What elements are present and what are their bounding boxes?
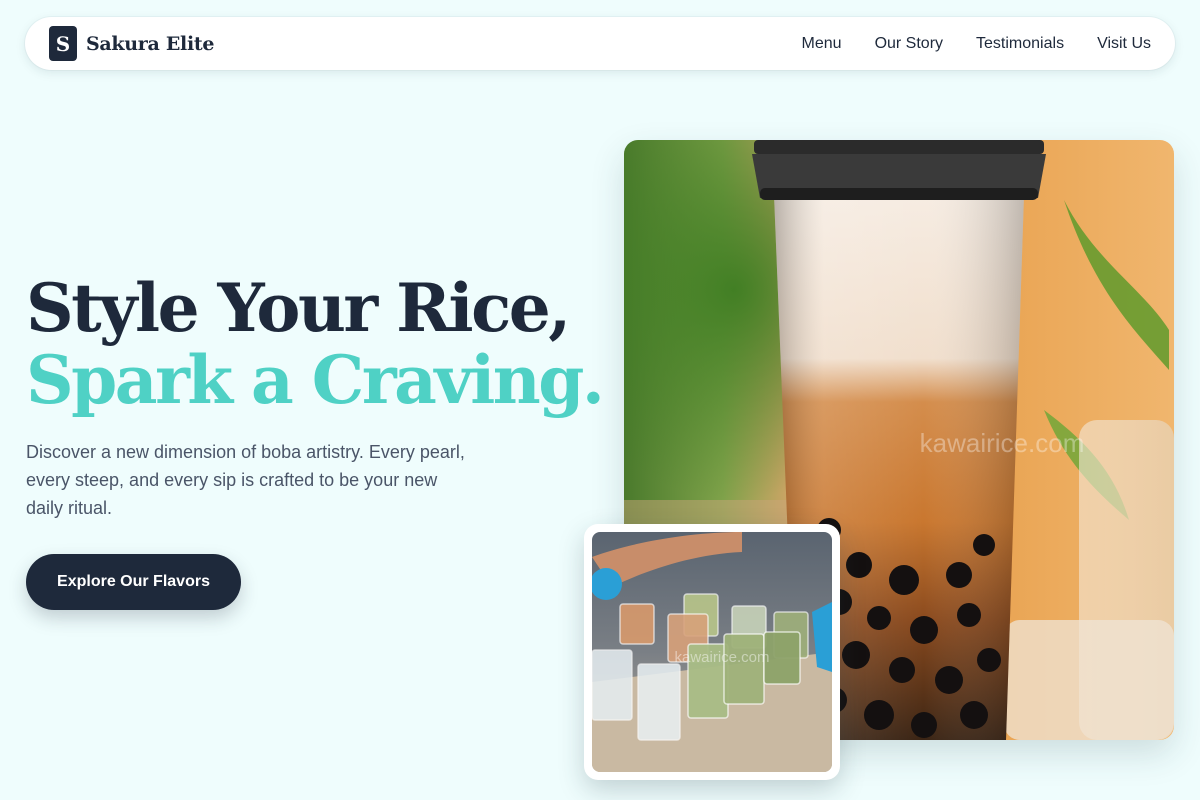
nav-link-visit-us[interactable]: Visit Us [1097,35,1151,53]
nav-link-menu[interactable]: Menu [802,35,842,53]
top-navbar: S Sakura Elite Menu Our Story Testimonia… [25,17,1175,70]
brand-mark-icon: S [49,26,77,61]
main-image-watermark: kawairice.com [920,428,1085,458]
inset-image-watermark: kawairice.com [674,649,769,666]
hero-title-line2: Spark a Craving. [26,341,605,419]
drinks-prep-photo: kawairice.com [592,532,832,772]
hero-inset-image: kawairice.com [592,532,832,772]
brand-name: Sakura Elite [86,32,215,55]
brand-logo[interactable]: S Sakura Elite [49,26,214,61]
explore-flavors-button[interactable]: Explore Our Flavors [26,554,241,610]
hero-title: Style Your Rice, Spark a Craving. [26,269,605,419]
nav-links: Menu Our Story Testimonials Visit Us [802,35,1151,53]
nav-link-our-story[interactable]: Our Story [875,35,943,53]
nav-link-testimonials[interactable]: Testimonials [976,35,1064,53]
hero-description: Discover a new dimension of boba artistr… [26,442,465,518]
hero-inset-card: kawairice.com [584,524,840,780]
hero-title-line1: Style Your Rice, [26,269,571,347]
